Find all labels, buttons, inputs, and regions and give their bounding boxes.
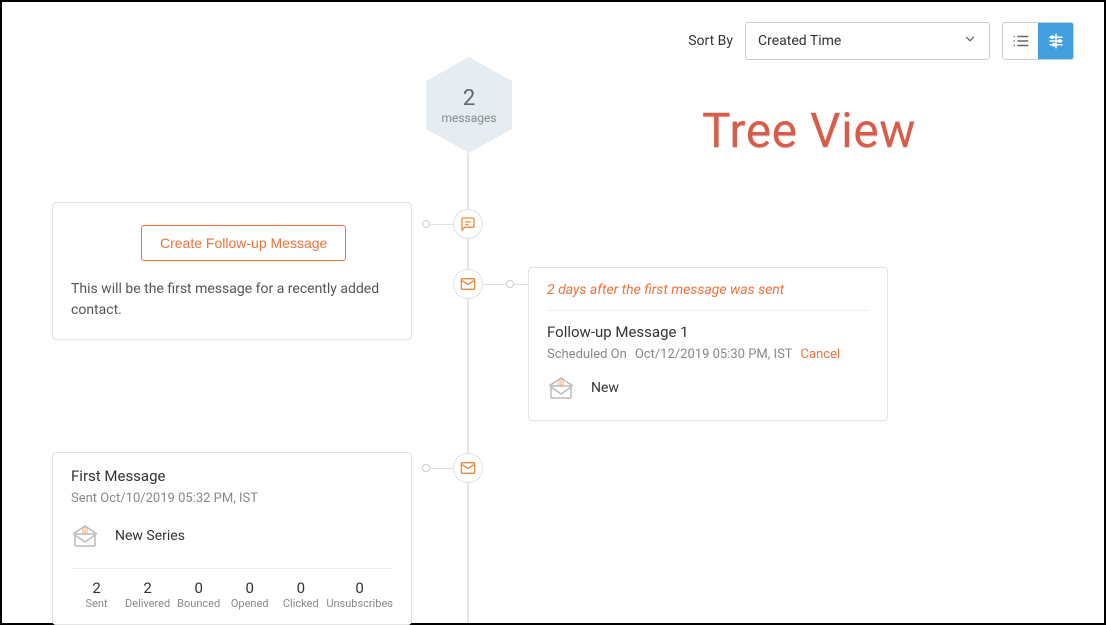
timeline-node-first-message	[453, 453, 483, 483]
mail-icon: @	[71, 524, 99, 548]
tree-view-button[interactable]	[1038, 23, 1073, 59]
sort-dropdown-value: Created Time	[758, 33, 841, 49]
first-message-title: First Message	[71, 467, 393, 485]
stat-bounced: 0 Bounced	[173, 579, 224, 610]
timeline-node-followup	[453, 269, 483, 299]
stat-opened: 0 Opened	[224, 579, 275, 610]
timeline-summary-hexagon: 2 messages	[426, 57, 512, 153]
connector-line	[430, 224, 454, 225]
followup-scheduled-value: Oct/12/2019 05:30 PM, IST	[635, 347, 793, 362]
connector-dot	[422, 220, 430, 228]
cancel-link[interactable]: Cancel	[801, 347, 841, 362]
connector-dot	[506, 280, 514, 288]
stat-delivered: 2 Delivered	[122, 579, 173, 610]
create-followup-card: Create Follow-up Message This will be th…	[52, 202, 412, 340]
envelope-icon	[460, 276, 476, 292]
mail-icon: @	[547, 376, 575, 400]
stat-value: 2	[92, 579, 100, 597]
stat-value: 0	[297, 579, 305, 597]
view-toggle	[1002, 22, 1074, 60]
followup-status: New	[591, 380, 619, 396]
timeline-node-create	[453, 209, 483, 239]
connector-dot	[422, 464, 430, 472]
message-count-label: messages	[441, 111, 496, 125]
chevron-down-icon	[963, 32, 977, 50]
svg-text:@: @	[558, 379, 564, 387]
timeline: 2 messages Create Follow-up Message This…	[2, 57, 1104, 623]
envelope-icon	[460, 460, 476, 476]
followup-title: Follow-up Message 1	[547, 323, 869, 341]
stat-label: Bounced	[177, 597, 220, 610]
sort-dropdown[interactable]: Created Time	[745, 22, 990, 60]
followup-scheduled-label: Scheduled On	[547, 347, 627, 362]
stat-label: Delivered	[125, 597, 170, 610]
stat-sent: 2 Sent	[71, 579, 122, 610]
stat-clicked: 0 Clicked	[275, 579, 326, 610]
stat-value: 0	[194, 579, 202, 597]
stat-label: Sent	[86, 597, 108, 610]
message-count: 2	[463, 86, 475, 111]
series-name: New Series	[115, 528, 185, 544]
stat-label: Unsubscribes	[326, 597, 393, 610]
stat-unsubscribes: 0 Unsubscribes	[326, 579, 393, 610]
sort-by-label: Sort By	[688, 33, 733, 49]
connector-line	[430, 468, 454, 469]
first-message-sent-value: Oct/10/2019 05:32 PM, IST	[100, 491, 258, 506]
list-view-button[interactable]	[1003, 23, 1038, 59]
followup-message-card[interactable]: 2 days after the first message was sent …	[528, 267, 888, 421]
create-followup-button[interactable]: Create Follow-up Message	[141, 225, 346, 261]
first-message-stats: 2 Sent 2 Delivered 0 Bounced 0 Opened 0 …	[71, 568, 393, 610]
stat-label: Clicked	[283, 597, 319, 610]
followup-rule-text: 2 days after the first message was sent	[547, 282, 869, 311]
stat-label: Opened	[231, 597, 269, 610]
svg-text:@: @	[82, 527, 88, 535]
create-followup-description: This will be the first message for a rec…	[71, 279, 393, 321]
top-toolbar: Sort By Created Time	[688, 22, 1074, 60]
stat-value: 0	[246, 579, 254, 597]
comment-icon	[460, 216, 476, 232]
stat-value: 0	[355, 579, 363, 597]
stat-value: 2	[143, 579, 151, 597]
first-message-sent-label: Sent	[71, 491, 97, 506]
first-message-card[interactable]: First Message Sent Oct/10/2019 05:32 PM,…	[52, 452, 412, 625]
